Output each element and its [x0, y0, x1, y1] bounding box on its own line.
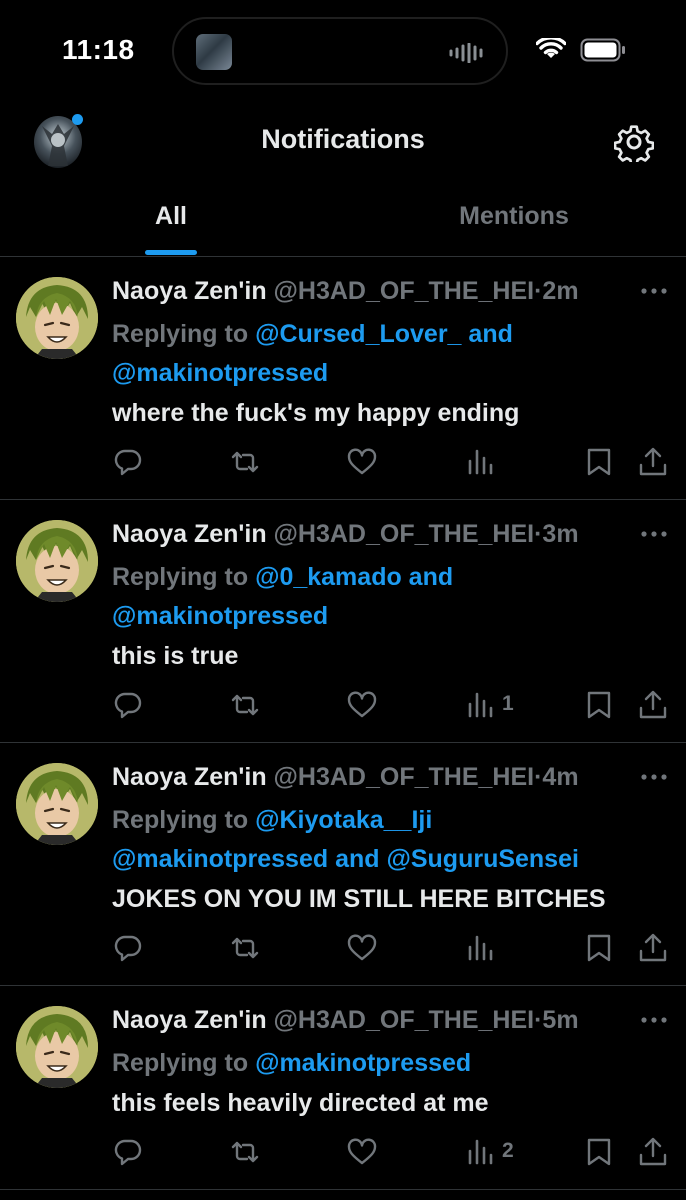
mention-link[interactable]: @makinotpressed: [255, 1049, 471, 1077]
share-icon[interactable]: [638, 447, 668, 477]
notifications-feed: Naoya Zen'in @H3AD_OF_THE_HEI·2m Replyin…: [0, 257, 686, 1190]
replying-to: Replying to @Kiyotaka__Iji @makinotpress…: [112, 801, 672, 879]
notification-header: Naoya Zen'in @H3AD_OF_THE_HEI·4m: [112, 763, 579, 792]
replying-prefix: Replying to: [112, 563, 249, 591]
reply-icon[interactable]: [113, 447, 143, 477]
replying-prefix: Replying to: [112, 806, 249, 834]
author-handle: @H3AD_OF_THE_HEI: [273, 763, 535, 791]
action-bar: [0, 447, 686, 483]
share-icon[interactable]: [638, 1137, 668, 1167]
header: Notifications: [0, 100, 686, 184]
notification-item[interactable]: Naoya Zen'in @H3AD_OF_THE_HEI·3m Replyin…: [0, 500, 686, 743]
share-icon[interactable]: [638, 933, 668, 963]
reply-text: this feels heavily directed at me: [112, 1089, 489, 1117]
author-handle: @H3AD_OF_THE_HEI: [273, 277, 535, 305]
replying-prefix: Replying to: [112, 1049, 249, 1077]
mention-join: and: [401, 563, 454, 591]
views-count: 1: [502, 692, 514, 715]
more-icon[interactable]: [640, 530, 668, 538]
page-title: Notifications: [261, 124, 425, 154]
avatar[interactable]: [16, 1006, 98, 1088]
audio-wave-icon: [449, 43, 483, 63]
tab-bar: All Mentions: [0, 184, 686, 257]
avatar[interactable]: [16, 763, 98, 845]
battery-icon: [580, 38, 625, 62]
avatar[interactable]: [16, 520, 98, 602]
mention-link[interactable]: @Cursed_Lover_: [255, 320, 461, 348]
replying-to: Replying to @0_kamado and @makinotpresse…: [112, 558, 672, 636]
bookmark-icon[interactable]: [584, 447, 614, 477]
mention-link[interactable]: @makinotpressed: [112, 845, 328, 873]
reply-text: where the fuck's my happy ending: [112, 399, 520, 427]
notification-item[interactable]: Naoya Zen'in @H3AD_OF_THE_HEI·4m Replyin…: [0, 743, 686, 986]
notification-item[interactable]: Naoya Zen'in @H3AD_OF_THE_HEI·5m Replyin…: [0, 986, 686, 1190]
mention-link[interactable]: @makinotpressed: [112, 602, 328, 630]
like-icon[interactable]: [347, 1137, 377, 1167]
more-icon[interactable]: [640, 1016, 668, 1024]
mention-link[interactable]: @0_kamado: [255, 563, 402, 591]
mention-join: and: [328, 845, 387, 873]
more-icon[interactable]: [640, 773, 668, 781]
tab-all[interactable]: All: [0, 202, 342, 231]
author-name[interactable]: Naoya Zen'in: [112, 763, 267, 791]
wifi-icon: [536, 38, 566, 58]
share-icon[interactable]: [638, 690, 668, 720]
views-icon[interactable]: [466, 447, 496, 477]
notification-header: Naoya Zen'in @H3AD_OF_THE_HEI·2m: [112, 277, 579, 306]
replying-to: Replying to @makinotpressed: [112, 1044, 672, 1083]
replying-prefix: Replying to: [112, 320, 249, 348]
mention-join: and: [461, 320, 513, 348]
views-icon[interactable]: [466, 933, 496, 963]
avatar[interactable]: [16, 277, 98, 359]
views-icon[interactable]: [466, 690, 496, 720]
active-tab-indicator: [145, 250, 197, 255]
reply-icon[interactable]: [113, 1137, 143, 1167]
like-icon[interactable]: [347, 933, 377, 963]
notification-header: Naoya Zen'in @H3AD_OF_THE_HEI·3m: [112, 520, 579, 549]
reply-text: JOKES ON YOU IM STILL HERE BITCHES: [112, 885, 606, 913]
action-bar: 1: [0, 690, 686, 726]
repost-icon[interactable]: [230, 1137, 260, 1167]
tab-mentions[interactable]: Mentions: [342, 202, 686, 231]
status-bar: 11:18: [0, 0, 686, 100]
repost-icon[interactable]: [230, 690, 260, 720]
bookmark-icon[interactable]: [584, 933, 614, 963]
now-playing-artwork: [196, 34, 232, 70]
status-time: 11:18: [62, 34, 135, 65]
dynamic-island[interactable]: [172, 17, 508, 85]
notification-header: Naoya Zen'in @H3AD_OF_THE_HEI·5m: [112, 1006, 579, 1035]
author-name[interactable]: Naoya Zen'in: [112, 1006, 267, 1034]
reply-text: this is true: [112, 642, 239, 670]
action-bar: 2: [0, 1137, 686, 1173]
author-handle: @H3AD_OF_THE_HEI: [273, 520, 535, 548]
timestamp: 3m: [542, 520, 579, 548]
reply-icon[interactable]: [113, 690, 143, 720]
author-name[interactable]: Naoya Zen'in: [112, 520, 267, 548]
bookmark-icon[interactable]: [584, 1137, 614, 1167]
more-icon[interactable]: [640, 287, 668, 295]
reply-icon[interactable]: [113, 933, 143, 963]
views-icon[interactable]: [466, 1137, 496, 1167]
repost-icon[interactable]: [230, 447, 260, 477]
action-bar: [0, 933, 686, 969]
timestamp: 2m: [542, 277, 579, 305]
author-name[interactable]: Naoya Zen'in: [112, 277, 267, 305]
mention-link[interactable]: @makinotpressed: [112, 359, 328, 387]
like-icon[interactable]: [347, 447, 377, 477]
repost-icon[interactable]: [230, 933, 260, 963]
notification-item[interactable]: Naoya Zen'in @H3AD_OF_THE_HEI·2m Replyin…: [0, 257, 686, 500]
bookmark-icon[interactable]: [584, 690, 614, 720]
like-icon[interactable]: [347, 690, 377, 720]
author-handle: @H3AD_OF_THE_HEI: [273, 1006, 535, 1034]
timestamp: 4m: [542, 763, 579, 791]
views-count: 2: [502, 1139, 514, 1162]
mention-link[interactable]: @SuguruSensei: [386, 845, 578, 873]
gear-icon[interactable]: [614, 122, 654, 162]
mention-link[interactable]: @Kiyotaka__Iji: [255, 806, 432, 834]
timestamp: 5m: [542, 1006, 579, 1034]
replying-to: Replying to @Cursed_Lover_ and @makinotp…: [112, 315, 672, 393]
